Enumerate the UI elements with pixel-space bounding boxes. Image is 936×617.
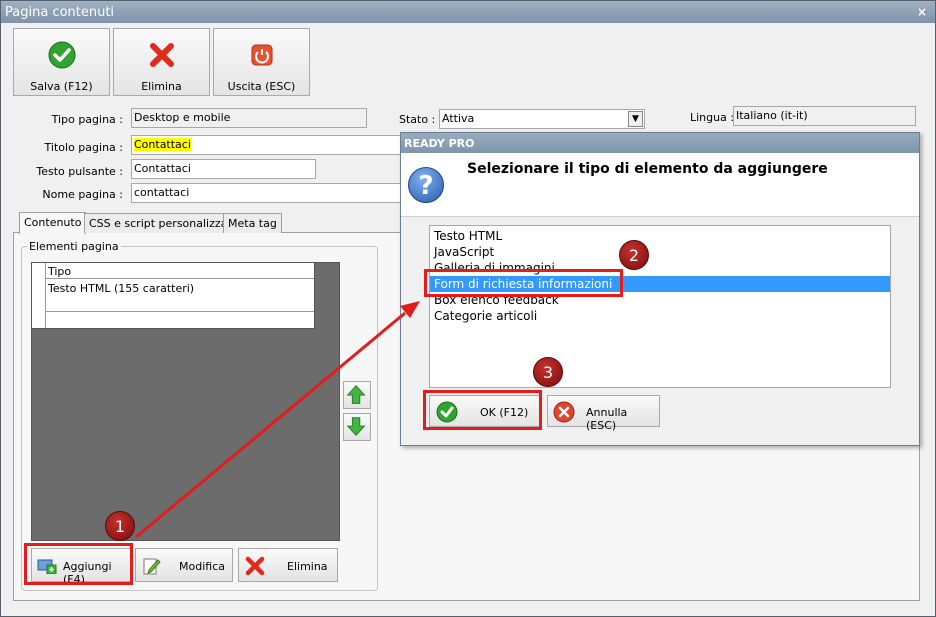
- step-badge-3: 3: [533, 357, 563, 387]
- annotation-box-ok: [423, 390, 542, 430]
- annotation-box-add: [24, 543, 133, 585]
- annotation-arrow: [135, 301, 420, 539]
- step-badge-2: 2: [619, 240, 649, 270]
- step-badge-1: 1: [105, 511, 135, 541]
- annotation-box-option: [424, 269, 623, 297]
